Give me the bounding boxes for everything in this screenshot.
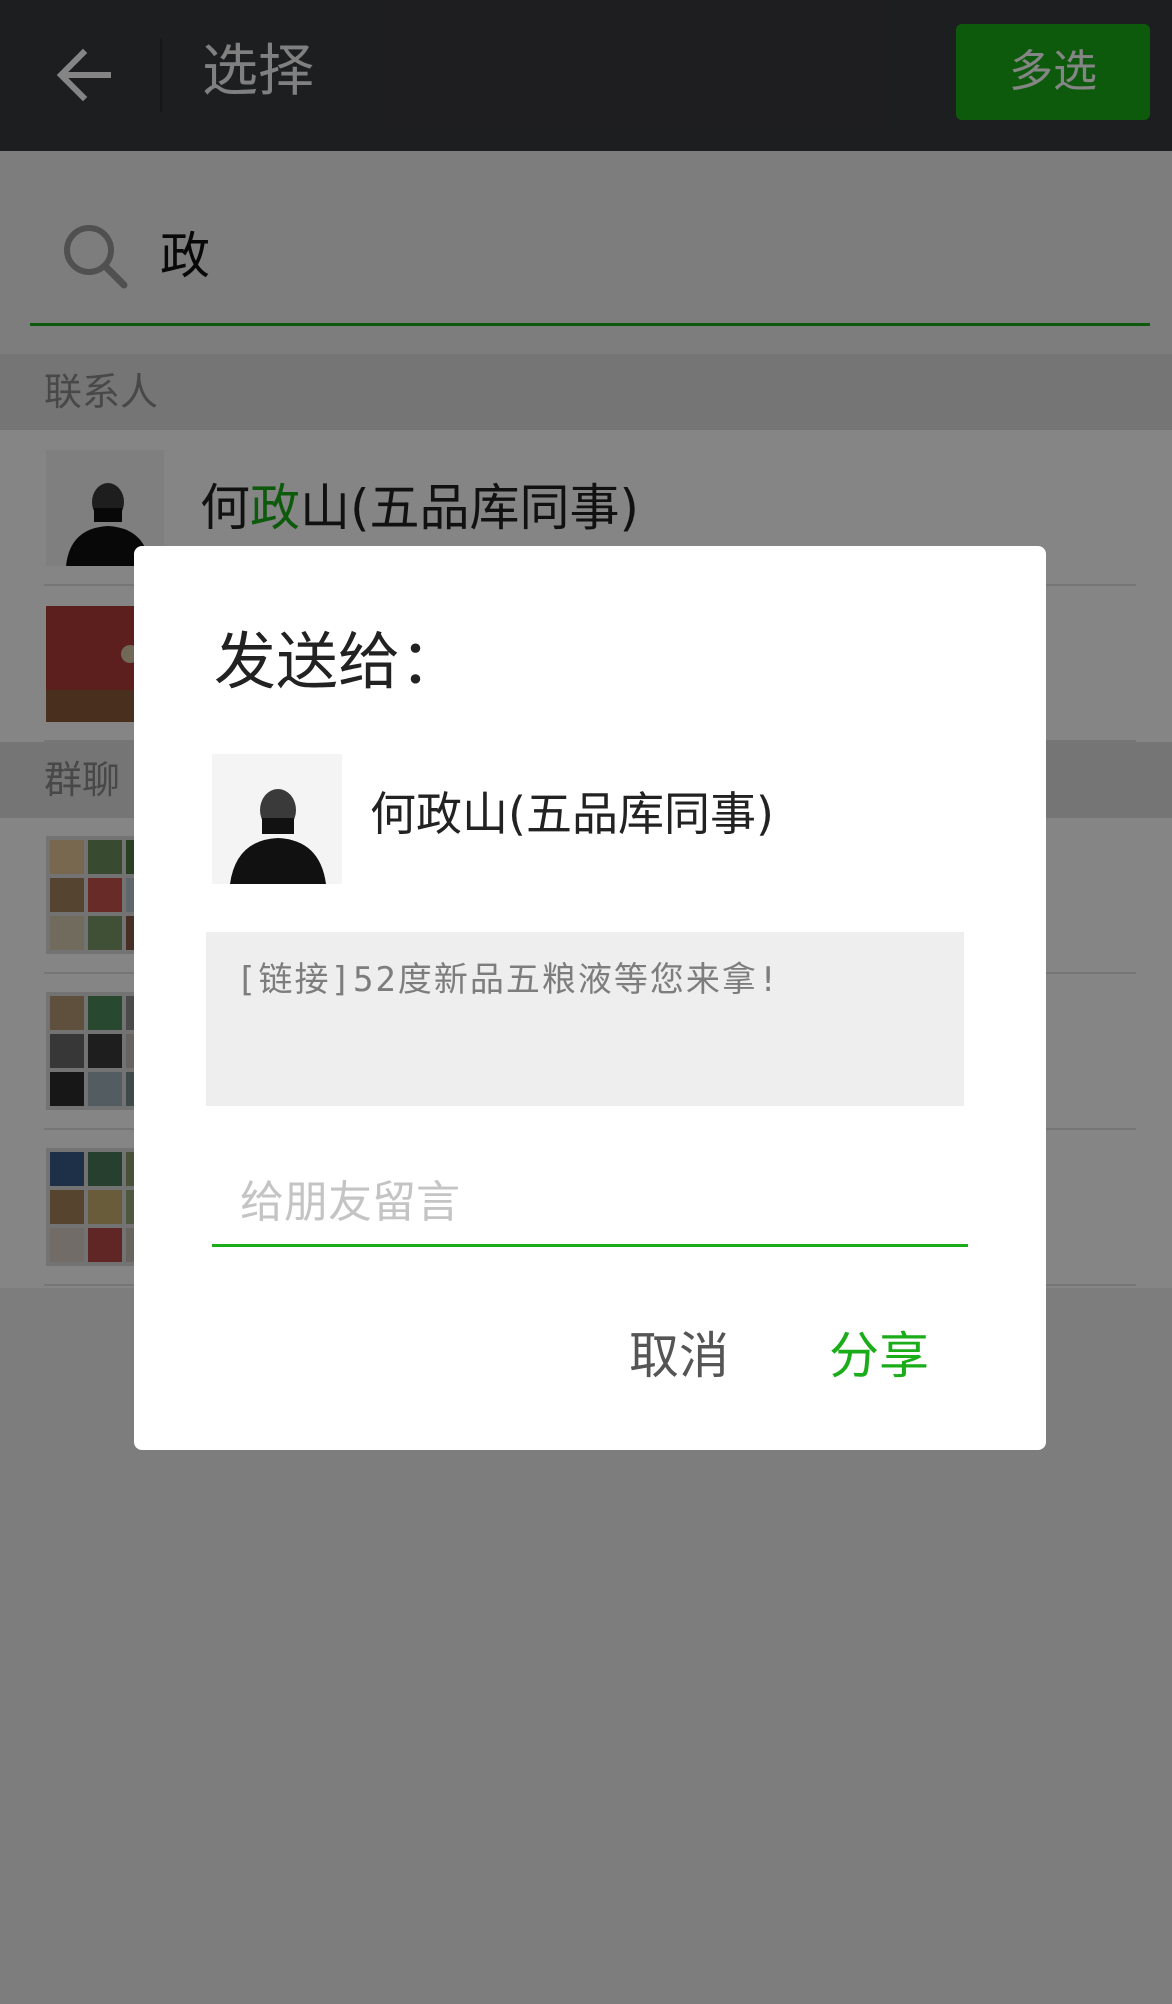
dialog-title: 发送给： bbox=[214, 625, 463, 698]
link-preview: [链接]52度新品五粮液等您来拿! bbox=[206, 932, 964, 1106]
share-button[interactable]: 分享 bbox=[814, 1316, 944, 1396]
recipient-name: 何政山(五品库同事) bbox=[370, 787, 774, 841]
message-underline bbox=[212, 1244, 968, 1247]
cancel-button[interactable]: 取消 bbox=[614, 1316, 744, 1396]
share-dialog: 发送给： 何政山(五品库同事) [链接]52度新品五粮液等您来拿! 取消 分享 bbox=[134, 546, 1046, 1450]
app-root: 选择 多选 政 联系人 何政山(五品库同事) 群聊 发送给： 何政山(五品库同事… bbox=[0, 0, 1172, 2004]
message-input[interactable] bbox=[212, 1160, 968, 1244]
recipient-avatar bbox=[212, 754, 342, 884]
link-preview-text: [链接]52度新品五粮液等您来拿! bbox=[236, 960, 781, 1000]
